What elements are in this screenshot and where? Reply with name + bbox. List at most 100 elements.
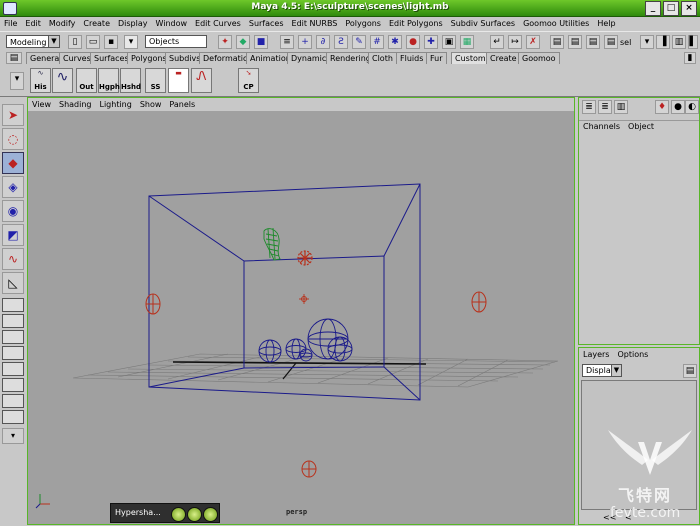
maximize-button-icon[interactable] bbox=[187, 507, 202, 522]
layout-persp-graph-icon[interactable] bbox=[2, 394, 24, 408]
layout-four-icon[interactable] bbox=[2, 314, 24, 328]
layer-tool-icon[interactable]: ♦ bbox=[655, 100, 669, 114]
shelf-button-cp[interactable]: ➘ CP bbox=[238, 68, 259, 93]
menu-set-dropdown[interactable]: Modeling ▼ bbox=[6, 35, 60, 48]
shelf-menu-icon[interactable]: ▤ bbox=[6, 52, 22, 64]
trash-icon[interactable]: ▮ bbox=[684, 52, 696, 64]
menu-edit-nurbs[interactable]: Edit NURBS bbox=[288, 17, 342, 30]
channel-menu-channels[interactable]: Channels bbox=[579, 121, 624, 133]
close-window-icon[interactable] bbox=[203, 507, 218, 522]
render-globals-icon[interactable]: ▣ bbox=[442, 35, 456, 49]
snap-view-icon[interactable]: Ƨ bbox=[334, 35, 348, 49]
layout-hypergraph-icon[interactable] bbox=[2, 378, 24, 392]
menu-goomoo-utilities[interactable]: Goomoo Utilities bbox=[519, 17, 593, 30]
layer-menu-layers[interactable]: Layers bbox=[579, 349, 613, 361]
history-icon[interactable]: # bbox=[370, 35, 384, 49]
close-button[interactable]: × bbox=[681, 1, 697, 16]
viewport-canvas[interactable]: persp bbox=[28, 111, 574, 524]
shelf-button-render[interactable]: ▬ bbox=[168, 68, 189, 93]
layout-single-icon[interactable] bbox=[2, 298, 24, 312]
output-line-icon[interactable]: ↦ bbox=[508, 35, 522, 49]
shelf-tab-cloth[interactable]: Cloth bbox=[368, 52, 397, 64]
selection-mask-field[interactable]: Objects bbox=[145, 35, 207, 48]
batch-render-icon[interactable]: ▤ bbox=[604, 35, 618, 49]
shelf-tab-create[interactable]: Create bbox=[486, 52, 521, 64]
maximize-button[interactable]: □ bbox=[663, 1, 679, 16]
layout-menu-icon[interactable]: ▾ bbox=[2, 428, 24, 444]
select-object-icon[interactable]: ◆ bbox=[236, 35, 250, 49]
create-layer-icon[interactable]: ▤ bbox=[683, 364, 697, 378]
channel-graph-icon[interactable]: ▥ bbox=[614, 100, 628, 114]
rotate-tool-icon[interactable]: ◉ bbox=[2, 200, 24, 222]
select-tool-icon[interactable]: ➤ bbox=[2, 104, 24, 126]
shelf-button-ss[interactable]: SS bbox=[145, 68, 166, 93]
snap-point-icon[interactable]: ∂ bbox=[316, 35, 330, 49]
viewport-menu-lighting[interactable]: Lighting bbox=[95, 98, 135, 111]
layout-outliner-icon[interactable] bbox=[2, 346, 24, 360]
menu-edit-curves[interactable]: Edit Curves bbox=[191, 17, 245, 30]
menu-modify[interactable]: Modify bbox=[45, 17, 80, 30]
render-region-icon[interactable]: ▤ bbox=[586, 35, 600, 49]
restore-button-icon[interactable] bbox=[171, 507, 186, 522]
scale-tool-icon[interactable]: ◩ bbox=[2, 224, 24, 246]
render-icon[interactable]: ● bbox=[406, 35, 420, 49]
move-tool-icon[interactable]: ◈ bbox=[2, 176, 24, 198]
shelf-tab-fur[interactable]: Fur bbox=[426, 52, 447, 64]
viewport-menu-show[interactable]: Show bbox=[136, 98, 166, 111]
shelf-button-hgph[interactable]: Hgph bbox=[98, 68, 120, 93]
select-dropdown-icon[interactable]: ▾ bbox=[640, 35, 654, 49]
channel-box-toggle-icon[interactable]: ▌ bbox=[688, 35, 698, 49]
paint-select-tool-icon[interactable]: ◆ bbox=[2, 152, 24, 174]
shelf-options-icon[interactable]: ▾ bbox=[10, 72, 24, 90]
snap-curve-icon[interactable]: + bbox=[298, 35, 312, 49]
shelf-tab-fluids[interactable]: Fluids bbox=[396, 52, 428, 64]
layout-graph-icon[interactable] bbox=[2, 362, 24, 376]
last-tool-icon[interactable]: ◺ bbox=[2, 272, 24, 294]
input-line-icon[interactable]: ↵ bbox=[490, 35, 504, 49]
viewport-menu-view[interactable]: View bbox=[28, 98, 55, 111]
shelf-button-hshd[interactable]: Hshd bbox=[120, 68, 141, 93]
snap-grid-icon[interactable]: ≡ bbox=[280, 35, 294, 49]
layer-type-dropdown[interactable]: Display ▼ bbox=[582, 364, 622, 377]
menu-window[interactable]: Window bbox=[152, 17, 192, 30]
select-hierarchy-icon[interactable]: ✦ bbox=[218, 35, 232, 49]
new-scene-icon[interactable]: ▯ bbox=[68, 35, 82, 49]
manipulator-tool-icon[interactable]: ∿ bbox=[2, 248, 24, 270]
viewport-menu-shading[interactable]: Shading bbox=[55, 98, 96, 111]
panel-toggle-icon[interactable]: ▐ bbox=[656, 35, 670, 49]
menu-create[interactable]: Create bbox=[79, 17, 114, 30]
viewport-menu-panels[interactable]: Panels bbox=[165, 98, 199, 111]
attribute-toggle-icon[interactable]: ◐ bbox=[685, 100, 699, 114]
lasso-tool-icon[interactable]: ◌ bbox=[2, 128, 24, 150]
shelf-tab-goomoo[interactable]: Goomoo bbox=[518, 52, 560, 64]
menu-edit[interactable]: Edit bbox=[21, 17, 45, 30]
minimize-button[interactable]: _ bbox=[645, 1, 661, 16]
channel-detail-icon[interactable]: ≣ bbox=[598, 100, 612, 114]
ipr-render-icon[interactable]: ✚ bbox=[424, 35, 438, 49]
sphere-toggle-icon[interactable]: ● bbox=[671, 100, 685, 114]
channel-menu-object[interactable]: Object bbox=[624, 121, 658, 133]
shelf-button-paint[interactable]: Ꮑ bbox=[191, 68, 212, 93]
menu-display[interactable]: Display bbox=[114, 17, 152, 30]
shelf-tab-custom[interactable]: Custom bbox=[451, 52, 490, 64]
attribute-editor-icon[interactable]: ▥ bbox=[672, 35, 686, 49]
render-view-icon[interactable]: ▤ bbox=[550, 35, 564, 49]
hypershade-icon[interactable]: ▦ bbox=[460, 35, 474, 49]
menu-file[interactable]: File bbox=[0, 17, 21, 30]
viewport-panel[interactable]: View Shading Lighting Show Panels persp bbox=[27, 97, 575, 525]
open-scene-icon[interactable]: ▭ bbox=[86, 35, 100, 49]
render-frame-icon[interactable]: ▤ bbox=[568, 35, 582, 49]
shelf-button-out[interactable]: Out bbox=[76, 68, 97, 93]
layout-side-icon[interactable] bbox=[2, 330, 24, 344]
menu-help[interactable]: Help bbox=[593, 17, 619, 30]
layer-menu-options[interactable]: Options bbox=[613, 349, 652, 361]
menu-polygons[interactable]: Polygons bbox=[341, 17, 385, 30]
menu-subdiv-surfaces[interactable]: Subdiv Surfaces bbox=[447, 17, 519, 30]
select-component-icon[interactable]: ■ bbox=[254, 35, 268, 49]
snap-surface-icon[interactable]: ✎ bbox=[352, 35, 366, 49]
selection-mode-icon[interactable]: ▾ bbox=[124, 35, 138, 49]
shelf-button-his[interactable]: ∿ His bbox=[30, 68, 51, 93]
save-scene-icon[interactable]: ▪ bbox=[104, 35, 118, 49]
show-hide-icon[interactable]: ✗ bbox=[526, 35, 540, 49]
shelf-button-curve[interactable]: ∿ bbox=[52, 68, 73, 93]
